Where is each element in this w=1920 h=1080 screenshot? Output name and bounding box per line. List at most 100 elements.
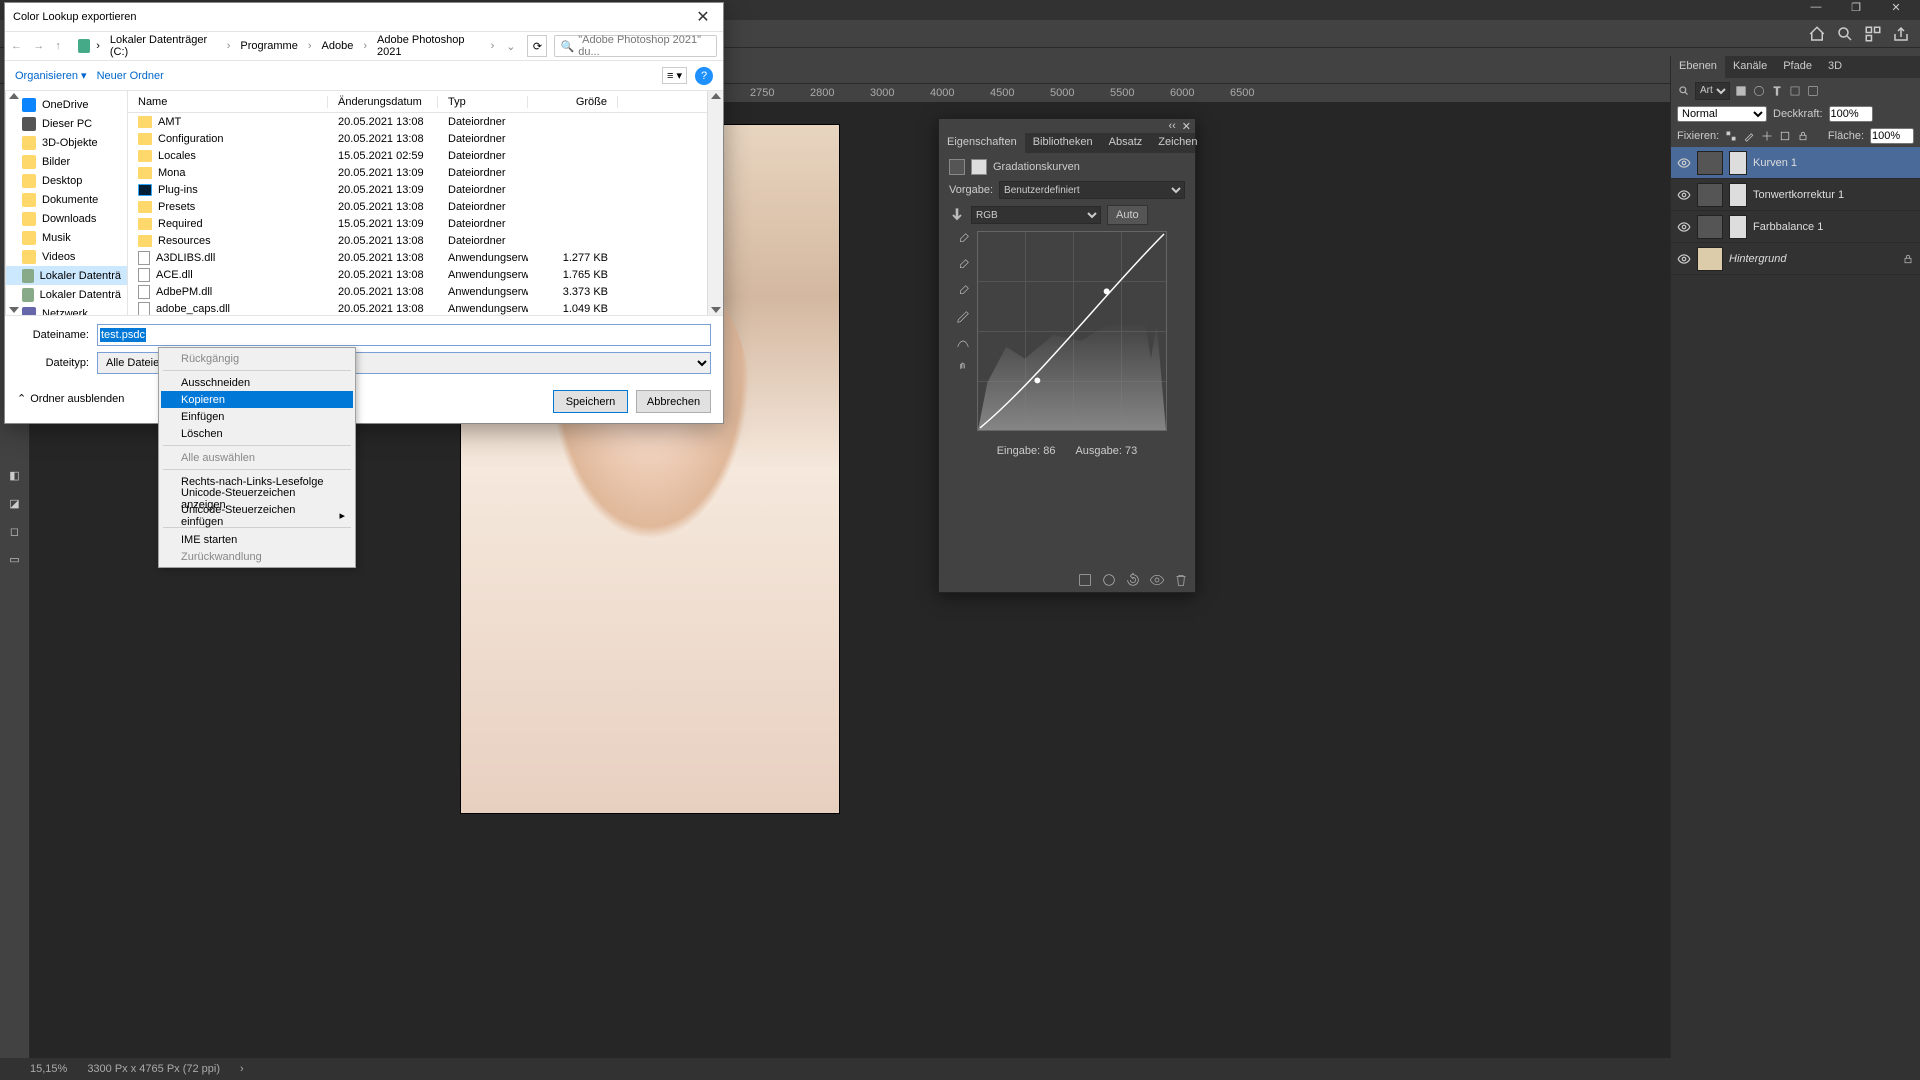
visibility-icon[interactable] [1677, 220, 1691, 234]
file-row[interactable]: Presets20.05.2021 13:08Dateiordner [128, 198, 707, 215]
home-icon[interactable] [1808, 25, 1826, 43]
minimize-button[interactable]: — [1796, 1, 1836, 19]
smooth-icon[interactable] [955, 335, 971, 351]
tab-layers[interactable]: Ebenen [1671, 56, 1725, 78]
organize-menu[interactable]: Organisieren ▾ [15, 69, 87, 82]
zoom-level[interactable]: 15,15% [30, 1063, 67, 1075]
filename-field[interactable]: test.psdc [97, 324, 711, 346]
tab-channels[interactable]: Kanäle [1725, 56, 1775, 78]
filter-type[interactable]: Art [1695, 82, 1730, 100]
tab-paths[interactable]: Pfade [1775, 56, 1820, 78]
ctx-item[interactable]: Kopieren [161, 391, 353, 408]
tree-item[interactable]: OneDrive [6, 95, 127, 114]
save-button[interactable]: Speichern [553, 390, 628, 413]
share-icon[interactable] [1892, 25, 1910, 43]
filter-adj-icon[interactable] [1752, 84, 1766, 98]
tree-item[interactable]: Downloads [6, 209, 127, 228]
col-type[interactable]: Typ [438, 96, 528, 108]
tree-item[interactable]: Dokumente [6, 190, 127, 209]
channel-select[interactable]: RGB [971, 206, 1101, 224]
tree-item[interactable]: Lokaler Datenträ [6, 285, 127, 304]
filter-type-icon[interactable] [1770, 84, 1784, 98]
help-icon[interactable]: ? [695, 67, 713, 85]
eyedropper-black-icon[interactable] [955, 231, 971, 247]
lock-transparency-icon[interactable] [1725, 130, 1737, 142]
lock-paint-icon[interactable] [1743, 130, 1755, 142]
finger-icon[interactable] [949, 207, 965, 223]
breadcrumb[interactable]: Programme [236, 38, 301, 54]
filter-shape-icon[interactable] [1788, 84, 1802, 98]
col-size[interactable]: Größe [528, 96, 618, 108]
tool-quickmask[interactable]: ◻ [4, 520, 26, 542]
auto-button[interactable]: Auto [1107, 205, 1148, 225]
tree-item[interactable]: Bilder [6, 152, 127, 171]
trash-icon[interactable] [1173, 572, 1189, 588]
col-name[interactable]: Name [128, 96, 328, 108]
opacity-field[interactable] [1829, 106, 1873, 122]
file-row[interactable]: Required15.05.2021 13:09Dateiordner [128, 215, 707, 232]
tree-item[interactable]: Dieser PC [6, 114, 127, 133]
tab-properties[interactable]: Eigenschaften [939, 133, 1025, 153]
tab-paragraph[interactable]: Absatz [1101, 133, 1151, 153]
eyedropper-gray-icon[interactable] [955, 257, 971, 273]
curve-graph[interactable] [977, 231, 1167, 431]
ctx-item[interactable]: Unicode-Steuerzeichen einfügen▸ [161, 507, 353, 524]
blend-mode[interactable]: Normal [1677, 106, 1767, 122]
file-row[interactable]: A3DLIBS.dll20.05.2021 13:08Anwendungserw… [128, 249, 707, 266]
layer-row[interactable]: Tonwertkorrektur 1 [1671, 179, 1920, 211]
file-row[interactable]: Mona20.05.2021 13:09Dateiordner [128, 164, 707, 181]
list-scrollbar[interactable] [707, 91, 723, 315]
visibility-icon[interactable] [1677, 252, 1691, 266]
search-input[interactable]: 🔍 "Adobe Photoshop 2021" du... [554, 35, 718, 57]
layer-row[interactable]: Hintergrund [1671, 243, 1920, 275]
breadcrumb[interactable]: Lokaler Datenträger (C:) [106, 32, 221, 60]
fill-field[interactable] [1870, 128, 1914, 144]
file-row[interactable]: Resources20.05.2021 13:08Dateiordner [128, 232, 707, 249]
workspace-icon[interactable] [1864, 25, 1882, 43]
toggle-vis-icon[interactable] [1149, 572, 1165, 588]
search-icon[interactable] [1836, 25, 1854, 43]
dialog-close-icon[interactable]: ✕ [691, 7, 715, 27]
nav-up-icon[interactable]: ↑ [55, 40, 71, 52]
cancel-button[interactable]: Abbrechen [636, 390, 711, 413]
view-prev-icon[interactable] [1101, 572, 1117, 588]
lock-artboard-icon[interactable] [1779, 130, 1791, 142]
file-row[interactable]: ACE.dll20.05.2021 13:08Anwendungserwe...… [128, 266, 707, 283]
tab-3d[interactable]: 3D [1820, 56, 1850, 78]
hand-icon[interactable] [955, 361, 971, 377]
close-button[interactable]: ✕ [1876, 1, 1916, 19]
file-row[interactable]: Configuration20.05.2021 13:08Dateiordner [128, 130, 707, 147]
tab-character[interactable]: Zeichen [1150, 133, 1205, 153]
hide-folders-toggle[interactable]: ⌃Ordner ausblenden [17, 392, 124, 405]
layer-row[interactable]: Kurven 1 [1671, 147, 1920, 179]
file-row[interactable]: Plug-ins20.05.2021 13:09Dateiordner [128, 181, 707, 198]
tab-libraries[interactable]: Bibliotheken [1025, 133, 1101, 153]
new-folder-button[interactable]: Neuer Ordner [97, 70, 164, 82]
input-val[interactable]: 86 [1043, 445, 1055, 457]
tree-scrollbar[interactable] [5, 91, 6, 315]
breadcrumb[interactable]: Adobe [318, 38, 358, 54]
tool-screen[interactable]: ▭ [4, 548, 26, 570]
file-row[interactable]: AMT20.05.2021 13:08Dateiordner [128, 113, 707, 130]
collapse-icon[interactable]: ‹‹ [1168, 120, 1175, 132]
tree-item[interactable]: Videos [6, 247, 127, 266]
ctx-item[interactable]: Einfügen [161, 408, 353, 425]
reset-icon[interactable] [1125, 572, 1141, 588]
clip-icon[interactable] [1077, 572, 1093, 588]
filter-pixel-icon[interactable] [1734, 84, 1748, 98]
refresh-icon[interactable]: ⟳ [527, 35, 547, 57]
tree-item[interactable]: Musik [6, 228, 127, 247]
lock-position-icon[interactable] [1761, 130, 1773, 142]
ctx-item[interactable]: Löschen [161, 425, 353, 442]
tool-colors[interactable]: ◪ [4, 492, 26, 514]
tool-swatch[interactable]: ◧ [4, 464, 26, 486]
eyedropper-white-icon[interactable] [955, 283, 971, 299]
output-val[interactable]: 73 [1125, 445, 1137, 457]
nav-fwd-icon[interactable]: → [33, 40, 49, 52]
close-icon[interactable]: ✕ [1182, 120, 1191, 133]
pencil-icon[interactable] [955, 309, 971, 325]
layer-row[interactable]: Farbbalance 1 [1671, 211, 1920, 243]
tree-item[interactable]: Netzwerk [6, 304, 127, 315]
visibility-icon[interactable] [1677, 156, 1691, 170]
ctx-item[interactable]: IME starten [161, 531, 353, 548]
